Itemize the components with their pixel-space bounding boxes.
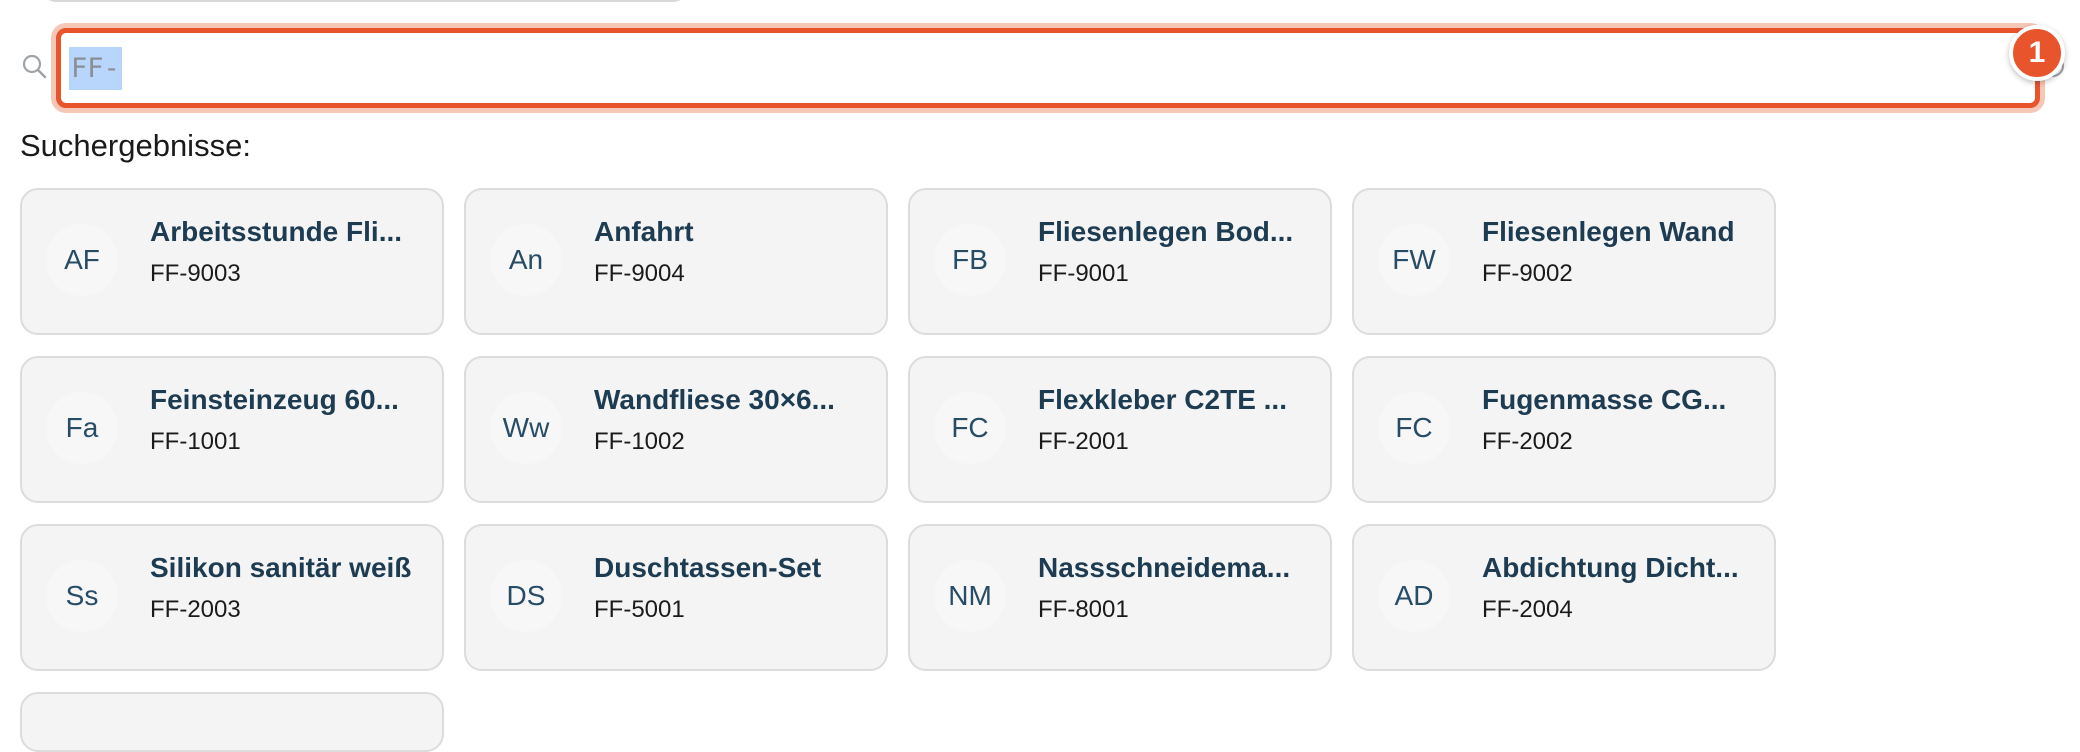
results-heading: Suchergebnisse: bbox=[20, 128, 251, 163]
result-code: FF-2001 bbox=[1038, 428, 1129, 455]
result-card[interactable]: An Anfahrt FF-9004 bbox=[464, 188, 888, 335]
avatar: AF bbox=[46, 224, 118, 296]
result-card[interactable]: Ww Wandfliese 30×6... FF-1002 bbox=[464, 356, 888, 503]
avatar: Ww bbox=[490, 392, 562, 464]
avatar: FB bbox=[934, 224, 1006, 296]
search-input-selected-text: FF- bbox=[69, 46, 122, 90]
result-card[interactable]: FC Flexkleber C2TE ... FF-2001 bbox=[908, 356, 1332, 503]
result-card[interactable]: Ss Silikon sanitär weiß FF-2003 bbox=[20, 524, 444, 671]
avatar: FC bbox=[934, 392, 1006, 464]
result-title: Silikon sanitär weiß bbox=[150, 552, 412, 583]
result-card[interactable]: AD Abdichtung Dicht... FF-2004 bbox=[1352, 524, 1776, 671]
result-code: FF-9002 bbox=[1482, 260, 1573, 287]
search-icon bbox=[20, 52, 48, 80]
result-card[interactable]: NM Nassschneidema... FF-8001 bbox=[908, 524, 1332, 671]
result-card[interactable]: AF Arbeitsstunde Fli... FF-9003 bbox=[20, 188, 444, 335]
avatar: AD bbox=[1378, 560, 1450, 632]
result-title: Abdichtung Dicht... bbox=[1482, 552, 1739, 583]
avatar: DS bbox=[490, 560, 562, 632]
result-card[interactable]: DS Duschtassen-Set FF-5001 bbox=[464, 524, 888, 671]
result-code: FF-8001 bbox=[1038, 596, 1129, 623]
result-title: Feinsteinzeug 60... bbox=[150, 384, 399, 415]
result-title: Duschtassen-Set bbox=[594, 552, 822, 583]
result-code: FF-9004 bbox=[594, 260, 685, 287]
annotation-marker: 1 bbox=[2009, 25, 2065, 81]
result-title: Fugenmasse CG... bbox=[1482, 384, 1727, 415]
avatar: FC bbox=[1378, 392, 1450, 464]
avatar: Ss bbox=[46, 560, 118, 632]
result-title: Fliesenlegen Bod... bbox=[1038, 216, 1294, 247]
result-card[interactable]: FW Fliesenlegen Wand FF-9002 bbox=[1352, 188, 1776, 335]
result-code: FF-1001 bbox=[150, 428, 241, 455]
result-title: Flexkleber C2TE ... bbox=[1038, 384, 1287, 415]
avatar: NM bbox=[934, 560, 1006, 632]
result-title: Wandfliese 30×6... bbox=[594, 384, 835, 415]
search-input[interactable]: FF- bbox=[69, 33, 1969, 103]
search-field[interactable]: FF- bbox=[56, 28, 2040, 108]
result-card[interactable]: Fa Feinsteinzeug 60... FF-1001 bbox=[20, 356, 444, 503]
avatar: FW bbox=[1378, 224, 1450, 296]
avatar: Fa bbox=[46, 392, 118, 464]
result-title: Nassschneidema... bbox=[1038, 552, 1291, 583]
result-card[interactable]: FC Fugenmasse CG... FF-2002 bbox=[1352, 356, 1776, 503]
previous-field-edge bbox=[42, 0, 687, 2]
results-grid: AF Arbeitsstunde Fli... FF-9003 An Anfah… bbox=[20, 188, 1776, 671]
result-title: Arbeitsstunde Fli... bbox=[150, 216, 403, 247]
avatar: An bbox=[490, 224, 562, 296]
result-code: FF-9003 bbox=[150, 260, 241, 287]
result-card-partial[interactable] bbox=[20, 692, 444, 752]
result-code: FF-2002 bbox=[1482, 428, 1573, 455]
result-card[interactable]: FB Fliesenlegen Bod... FF-9001 bbox=[908, 188, 1332, 335]
result-code: FF-2003 bbox=[150, 596, 241, 623]
result-title: Fliesenlegen Wand bbox=[1482, 216, 1735, 247]
result-code: FF-9001 bbox=[1038, 260, 1129, 287]
result-title: Anfahrt bbox=[594, 216, 694, 247]
result-code: FF-5001 bbox=[594, 596, 685, 623]
result-code: FF-2004 bbox=[1482, 596, 1573, 623]
search-row: FF- 1 bbox=[0, 22, 2080, 122]
result-code: FF-1002 bbox=[594, 428, 685, 455]
